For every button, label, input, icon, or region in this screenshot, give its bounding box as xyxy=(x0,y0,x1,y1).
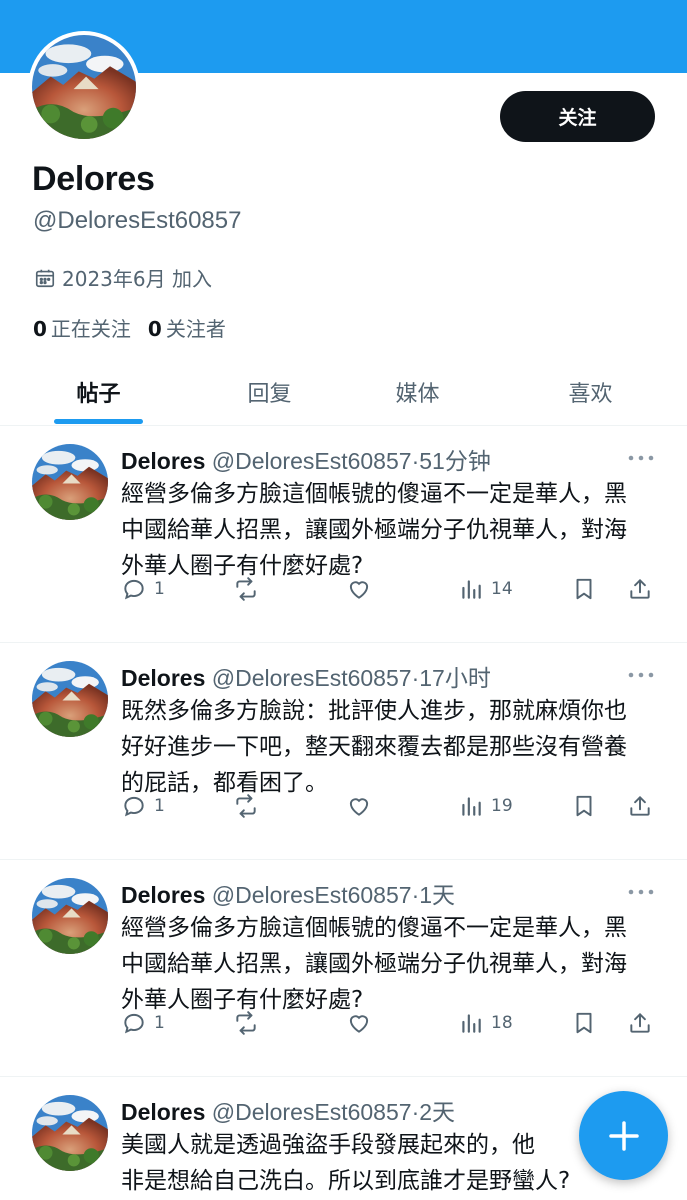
share-icon xyxy=(630,579,650,599)
more-icon[interactable] xyxy=(628,454,654,462)
bookmark-icon xyxy=(576,578,592,600)
post-author-name[interactable]: Delores xyxy=(121,882,205,908)
post-header: Delores @DeloresEst60857·2天 xyxy=(121,1099,456,1125)
post-timestamp[interactable]: 17小时 xyxy=(419,665,491,691)
share-icon xyxy=(630,796,650,816)
tab-replies[interactable]: 回复 xyxy=(225,360,314,424)
like-button[interactable] xyxy=(346,574,372,604)
post-author-handle[interactable]: @DeloresEst60857 xyxy=(212,665,412,691)
post-author-name[interactable]: Delores xyxy=(121,448,205,474)
post-header: Delores @DeloresEst60857·17小时 xyxy=(121,665,491,691)
more-icon[interactable] xyxy=(628,671,654,679)
profile-handle: @DeloresEst60857 xyxy=(33,207,242,234)
repost-icon xyxy=(236,1011,256,1035)
post-text: 經營多倫多方臉這個帳號的傻逼不一定是華人，黑中國給華人招黑，讓國外極端分子仇視華… xyxy=(121,481,627,579)
post-avatar[interactable] xyxy=(32,878,108,954)
views-icon xyxy=(462,1014,481,1033)
share-button[interactable] xyxy=(627,574,653,604)
repost-icon xyxy=(236,794,256,818)
tab-posts[interactable]: 帖子 xyxy=(54,360,143,424)
reply-button[interactable]: 1 xyxy=(121,1008,165,1038)
post-header: Delores @DeloresEst60857·51分钟 xyxy=(121,448,491,474)
compose-button[interactable] xyxy=(579,1091,668,1180)
bookmark-icon xyxy=(576,1012,592,1034)
views-button[interactable]: 14 xyxy=(458,574,513,604)
post-actions: 1 14 xyxy=(121,574,661,604)
reply-icon xyxy=(124,579,144,600)
share-icon xyxy=(630,1013,650,1033)
profile-display-name: Delores xyxy=(32,160,155,198)
post[interactable]: Delores @DeloresEst60857·51分钟 經營多倫多方臉這個帳… xyxy=(0,426,687,643)
active-tab-indicator xyxy=(54,419,143,424)
share-button[interactable] xyxy=(627,791,653,821)
like-icon xyxy=(349,1015,369,1033)
bookmark-button[interactable] xyxy=(571,574,597,604)
repost-button[interactable] xyxy=(233,791,259,821)
post-avatar[interactable] xyxy=(32,1095,108,1171)
bookmark-button[interactable] xyxy=(571,1008,597,1038)
views-button[interactable]: 18 xyxy=(458,1008,513,1038)
like-button[interactable] xyxy=(346,791,372,821)
post-text: 既然多倫多方臉說：批評使人進步，那就麻煩你也好好進步一下吧，整天翻來覆去都是那些… xyxy=(121,698,627,796)
compose-plus-icon xyxy=(608,1120,639,1151)
like-button[interactable] xyxy=(346,1008,372,1038)
bookmark-icon xyxy=(576,795,592,817)
post-author-handle[interactable]: @DeloresEst60857 xyxy=(212,1099,412,1125)
post-author-name[interactable]: Delores xyxy=(121,1099,205,1125)
post-actions: 1 19 xyxy=(121,791,661,821)
follow-button[interactable]: 关注 xyxy=(500,91,655,142)
profile-avatar[interactable] xyxy=(28,31,140,143)
tab-likes[interactable]: 喜欢 xyxy=(546,360,635,424)
post-avatar[interactable] xyxy=(32,444,108,520)
like-icon xyxy=(349,798,369,816)
post-author-name[interactable]: Delores xyxy=(121,665,205,691)
post[interactable]: Delores @DeloresEst60857·1天 經營多倫多方臉這個帳號的… xyxy=(0,860,687,1077)
follow-stats: 0 正在关注 0 关注者 xyxy=(33,313,226,342)
views-icon xyxy=(462,580,481,599)
reply-icon xyxy=(124,1013,144,1034)
post-timestamp[interactable]: 1天 xyxy=(419,882,455,908)
repost-button[interactable] xyxy=(233,1008,259,1038)
post-timestamp[interactable]: 2天 xyxy=(419,1099,455,1125)
following-stat[interactable]: 0 正在关注 xyxy=(33,313,131,342)
post-timestamp[interactable]: 51分钟 xyxy=(419,448,491,474)
followers-stat[interactable]: 0 关注者 xyxy=(148,313,226,342)
bookmark-button[interactable] xyxy=(571,791,597,821)
calendar-icon xyxy=(35,269,55,287)
reply-button[interactable]: 1 xyxy=(121,791,165,821)
views-button[interactable]: 19 xyxy=(458,791,513,821)
post[interactable]: Delores @DeloresEst60857·17小时 既然多倫多方臉說：批… xyxy=(0,643,687,860)
reply-icon xyxy=(124,796,144,817)
post-text: 經營多倫多方臉這個帳號的傻逼不一定是華人，黑中國給華人招黑，讓國外極端分子仇視華… xyxy=(121,915,627,1013)
like-icon xyxy=(349,581,369,599)
reply-button[interactable]: 1 xyxy=(121,574,165,604)
profile-tabs: 帖子 回复 媒体 喜欢 xyxy=(0,360,687,424)
repost-icon xyxy=(236,577,256,601)
post-actions: 1 18 xyxy=(121,1008,661,1038)
post-author-handle[interactable]: @DeloresEst60857 xyxy=(212,448,412,474)
views-icon xyxy=(462,797,481,816)
post-text: 美國人就是透過強盜手段發展起來的，他 非是想給自己洗白。所以到底誰才是野蠻人? xyxy=(121,1132,571,1194)
post-avatar[interactable] xyxy=(32,661,108,737)
tab-media[interactable]: 媒体 xyxy=(373,360,462,424)
post-header: Delores @DeloresEst60857·1天 xyxy=(121,882,456,908)
joined-date: 2023年6月 加入 xyxy=(34,263,212,292)
share-button[interactable] xyxy=(627,1008,653,1038)
more-icon[interactable] xyxy=(628,888,654,896)
repost-button[interactable] xyxy=(233,574,259,604)
post-author-handle[interactable]: @DeloresEst60857 xyxy=(212,882,412,908)
joined-text: 2023年6月 加入 xyxy=(62,267,212,291)
